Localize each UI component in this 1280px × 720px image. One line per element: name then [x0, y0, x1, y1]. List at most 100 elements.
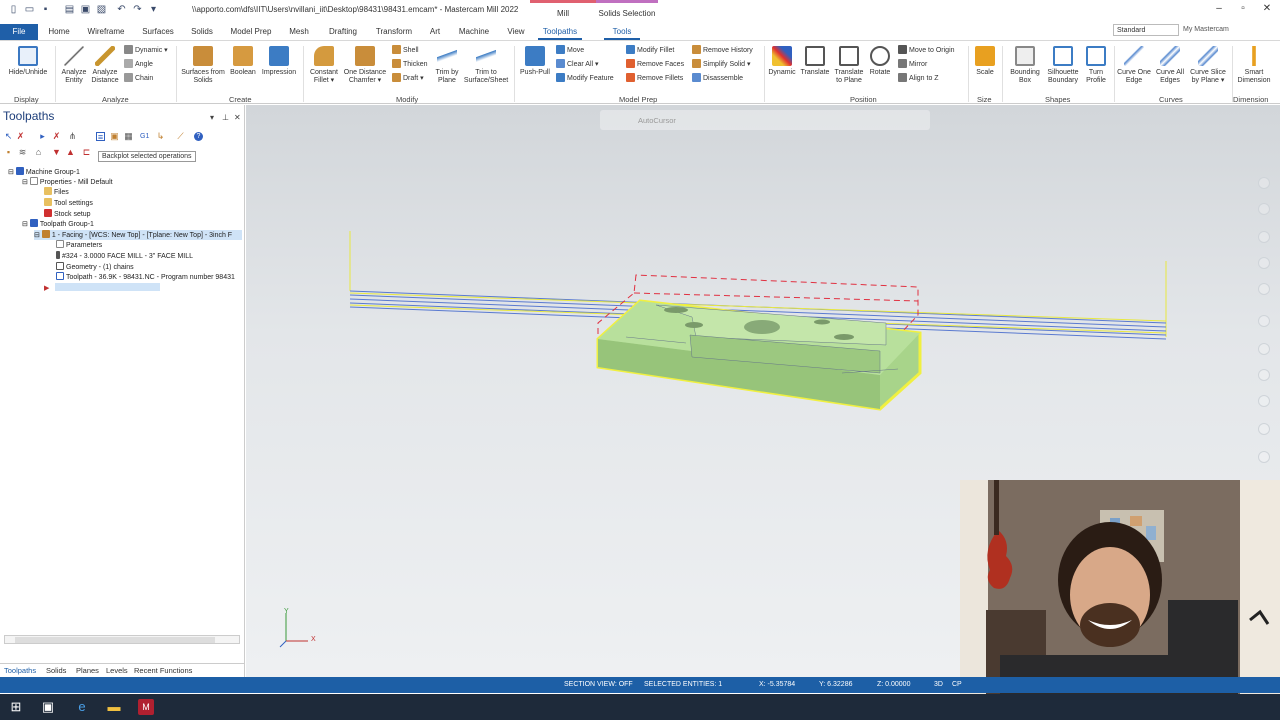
- tree-stock-setup[interactable]: Stock setup: [44, 209, 91, 219]
- redo-icon[interactable]: ↷: [132, 4, 143, 15]
- modify-fillet-button[interactable]: Modify Fillet: [626, 45, 674, 56]
- print-icon[interactable]: ▤: [64, 4, 75, 15]
- curve-all-edges-button[interactable]: Curve All Edges: [1152, 46, 1188, 85]
- collapse-icon[interactable]: ⊟: [22, 221, 28, 228]
- simplify-solid-button[interactable]: Simplify Solid ▾: [692, 59, 750, 70]
- constant-fillet-button[interactable]: Constant Fillet ▾: [306, 46, 342, 85]
- toolpath-display-icon[interactable]: ≋: [18, 148, 27, 157]
- new-file-icon[interactable]: ▯: [8, 4, 19, 15]
- select-all-icon[interactable]: ↖: [4, 132, 13, 141]
- curve-one-edge-button[interactable]: Curve One Edge: [1116, 46, 1152, 85]
- undo-icon[interactable]: ↶: [116, 4, 127, 15]
- tree-toolpath-group[interactable]: ⊟ Toolpath Group-1: [22, 219, 94, 229]
- workspace-select[interactable]: Standard: [1113, 24, 1179, 36]
- tree-machine-group[interactable]: ⊟ Machine Group-1: [8, 167, 80, 177]
- boolean-button[interactable]: Boolean: [228, 46, 258, 77]
- tab-drafting[interactable]: Drafting: [322, 24, 364, 40]
- hide-unhide-button[interactable]: Hide/Unhide: [6, 46, 50, 77]
- tree-operation-facing[interactable]: ⊟ 1 - Facing - [WCS: New Top] - [Tplane:…: [34, 230, 242, 240]
- toggle-display-icon[interactable]: ⋔: [68, 132, 77, 141]
- section-view-status[interactable]: SECTION VIEW: OFF: [564, 681, 633, 688]
- one-distance-chamfer-button[interactable]: One Distance Chamfer ▾: [342, 46, 388, 85]
- save-as-icon[interactable]: ▣: [80, 4, 91, 15]
- close-icon[interactable]: ✕: [1260, 3, 1274, 14]
- internet-explorer-icon[interactable]: e: [74, 699, 90, 715]
- move-down-icon[interactable]: ▼: [52, 148, 61, 157]
- align-to-z-button[interactable]: Align to Z: [898, 73, 939, 84]
- quick-access-dropdown-icon[interactable]: ▾: [148, 4, 159, 15]
- tab-solids[interactable]: Solids: [186, 24, 218, 40]
- tab-levels-manager[interactable]: Levels: [106, 666, 128, 675]
- plane-icon[interactable]: [1258, 315, 1270, 327]
- move-button[interactable]: Move: [556, 45, 584, 56]
- save-icon[interactable]: ▪: [40, 4, 51, 15]
- chain-button[interactable]: Chain: [124, 73, 153, 84]
- shading-icon[interactable]: [1258, 343, 1270, 355]
- tab-transform[interactable]: Transform: [372, 24, 416, 40]
- trim-by-plane-button[interactable]: Trim by Plane: [432, 46, 462, 85]
- merge-icon[interactable]: ▧: [96, 4, 107, 15]
- trim-to-surface-button[interactable]: Trim to Surface/Sheet: [462, 46, 510, 85]
- pin-icon[interactable]: ⊥: [222, 113, 229, 122]
- analyze-distance-button[interactable]: Analyze Distance: [90, 46, 120, 85]
- zoom-in-icon[interactable]: [1258, 177, 1270, 189]
- lock-icon[interactable]: ▪: [4, 148, 13, 157]
- translate-to-plane-button[interactable]: Translate to Plane: [832, 46, 866, 85]
- tab-art[interactable]: Art: [424, 24, 446, 40]
- backplot-icon[interactable]: ≡: [96, 132, 105, 142]
- panel-dropdown-icon[interactable]: ▾: [210, 113, 214, 122]
- move-up-icon[interactable]: ▲: [66, 148, 75, 157]
- tab-surfaces[interactable]: Surfaces: [138, 24, 178, 40]
- tab-recent-functions[interactable]: Recent Functions: [134, 666, 192, 675]
- remove-faces-button[interactable]: Remove Faces: [626, 59, 684, 70]
- dynamic-position-button[interactable]: Dynamic: [766, 46, 798, 77]
- tab-model-prep[interactable]: Model Prep: [226, 24, 276, 40]
- thicken-button[interactable]: Thicken: [392, 59, 428, 70]
- tree-parameters[interactable]: Parameters: [56, 240, 102, 250]
- open-file-icon[interactable]: ▭: [24, 4, 35, 15]
- tree-geometry[interactable]: Geometry - (1) chains: [56, 262, 134, 272]
- simulate-icon[interactable]: ▦: [124, 132, 133, 141]
- fit-icon[interactable]: [1258, 203, 1270, 215]
- remove-history-button[interactable]: Remove History: [692, 45, 753, 56]
- tab-view[interactable]: View: [502, 24, 530, 40]
- push-pull-button[interactable]: Push-Pull: [518, 46, 552, 77]
- tab-solids-manager[interactable]: Solids: [46, 666, 66, 675]
- analyze-entity-button[interactable]: Analyze Entity: [58, 46, 90, 85]
- curve-slice-button[interactable]: Curve Slice by Plane ▾: [1188, 46, 1228, 85]
- clear-all-button[interactable]: Clear All ▾: [556, 59, 599, 70]
- smart-dimension-button[interactable]: Smart Dimension: [1234, 46, 1274, 85]
- angle-button[interactable]: Angle: [124, 59, 153, 70]
- modify-feature-button[interactable]: Modify Feature: [556, 73, 614, 84]
- more-icon[interactable]: [1258, 451, 1270, 463]
- select-dirty-icon[interactable]: ✗: [16, 132, 25, 141]
- tree-toolpath[interactable]: Toolpath - 36.9K - 98431.NC - Program nu…: [56, 272, 244, 282]
- tab-machine[interactable]: Machine: [454, 24, 494, 40]
- move-view-icon[interactable]: [1258, 283, 1270, 295]
- section-icon[interactable]: [1258, 423, 1270, 435]
- regenerate-dirty-icon[interactable]: ✗: [52, 132, 61, 141]
- translate-button[interactable]: Translate: [798, 46, 832, 77]
- tab-toolpaths-manager[interactable]: Toolpaths: [4, 666, 36, 675]
- tab-file[interactable]: File: [0, 24, 38, 40]
- tree-properties[interactable]: ⊟ Properties - Mill Default: [22, 177, 113, 187]
- regenerate-icon[interactable]: ▸: [38, 132, 47, 141]
- tree-tool-settings[interactable]: Tool settings: [44, 198, 93, 208]
- post-icon[interactable]: ↳: [156, 132, 165, 141]
- edit-icon[interactable]: ⟋: [176, 132, 185, 141]
- verify-icon[interactable]: ▣: [110, 132, 119, 141]
- silhouette-boundary-button[interactable]: Silhouette Boundary: [1044, 46, 1082, 85]
- tab-home[interactable]: Home: [44, 24, 74, 40]
- wireframe-icon[interactable]: [1258, 369, 1270, 381]
- cplane-status[interactable]: CP: [952, 681, 962, 688]
- color-icon[interactable]: [1258, 395, 1270, 407]
- panel-close-icon[interactable]: ✕: [234, 113, 241, 122]
- disassemble-button[interactable]: Disassemble: [692, 73, 743, 84]
- move-to-origin-button[interactable]: Move to Origin: [898, 45, 955, 56]
- turn-profile-button[interactable]: Turn Profile: [1082, 46, 1110, 85]
- task-view-icon[interactable]: ▣: [40, 699, 56, 715]
- post-g1-icon[interactable]: G1: [140, 132, 149, 141]
- file-explorer-icon[interactable]: ▬: [106, 699, 122, 715]
- help-icon[interactable]: ?: [194, 132, 203, 141]
- impression-button[interactable]: Impression: [260, 46, 298, 77]
